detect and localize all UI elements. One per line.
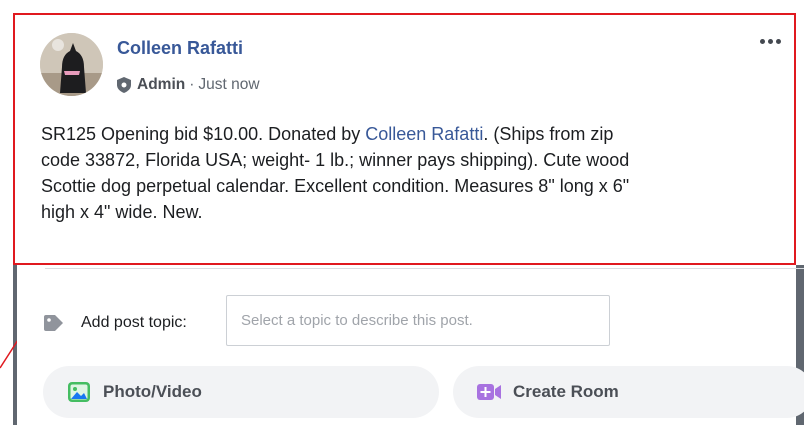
photo-icon [68, 382, 90, 402]
create-room-label: Create Room [513, 382, 619, 401]
photo-video-button[interactable]: Photo/Video [43, 366, 439, 418]
photo-video-label: Photo/Video [103, 382, 202, 401]
donor-link[interactable]: Colleen Rafatti [365, 124, 483, 144]
tag-icon [44, 315, 63, 331]
post-body: SR125 Opening bid $10.00. Donated by Col… [41, 121, 786, 225]
timestamp[interactable]: Just now [198, 76, 259, 94]
post-text-segment: SR125 Opening bid $10.00. Donated by [41, 124, 366, 144]
create-room-button[interactable]: Create Room [453, 366, 804, 418]
author-name[interactable]: Colleen Rafatti [117, 38, 243, 59]
post-text-line: Scottie dog perpetual calendar. Excellen… [41, 176, 630, 196]
meta-separator: · [189, 76, 195, 93]
post-text-line: high x 4" wide. New. [41, 202, 203, 222]
topic-input[interactable] [226, 295, 610, 346]
post-text-line: SR125 Opening bid $10.00. Donated by Col… [41, 121, 786, 147]
post-text-line: code 33872, Florida USA; weight- 1 lb.; … [41, 150, 630, 170]
avatar-image [40, 33, 103, 96]
composer-area: Add post topic: Photo/Video Create Room [17, 265, 804, 425]
post-meta: Admin · Just now [117, 74, 260, 96]
video-room-icon [477, 384, 501, 400]
more-options-icon [758, 38, 782, 44]
avatar[interactable] [40, 33, 103, 96]
divider [45, 268, 804, 269]
topic-label: Add post topic: [81, 314, 187, 331]
post-text-segment: . (Ships from zip [483, 124, 614, 144]
more-options-button[interactable] [752, 30, 788, 52]
admin-label: Admin [137, 76, 186, 93]
shield-icon [117, 77, 131, 93]
